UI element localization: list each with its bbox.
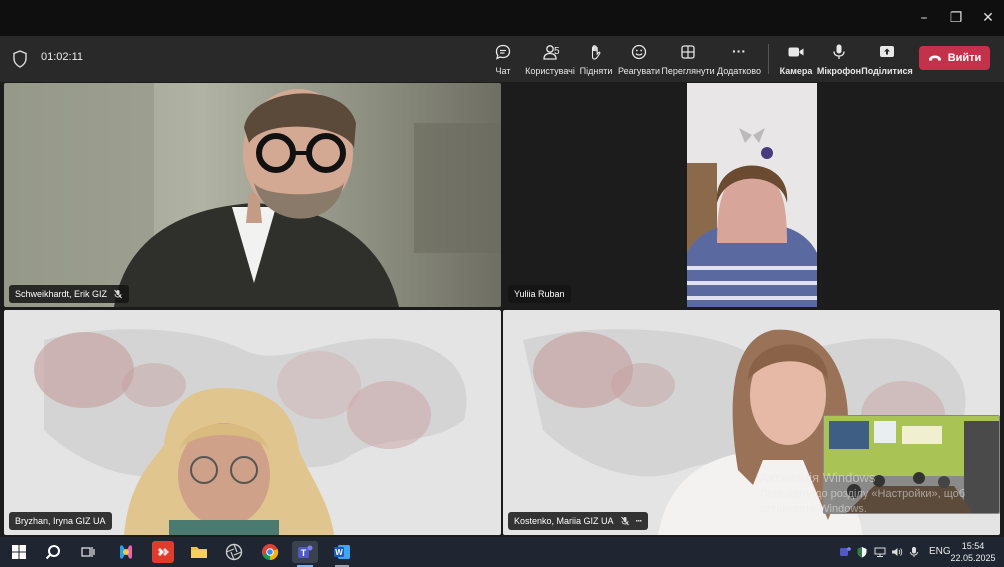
search-button[interactable] [42, 541, 64, 563]
camera-icon [788, 47, 804, 57]
mic-button[interactable]: Мікрофон [816, 40, 862, 78]
minimize-button[interactable]: – [911, 6, 937, 30]
raise-hand-button[interactable]: Підняти [580, 40, 612, 78]
search-icon [45, 545, 60, 560]
copilot-icon [120, 545, 132, 559]
camera-button[interactable]: Камера [780, 40, 812, 78]
participant-name: Bryzhan, Iryna GIZ UA [15, 516, 106, 526]
tray-network-icon[interactable] [873, 541, 887, 563]
people-label: Користувачі [525, 66, 575, 76]
chat-label: Чат [495, 66, 511, 76]
video-stage: Schweikhardt, Erik GIZ Yuliia Ruban Bryz… [0, 82, 1004, 537]
task-view-button[interactable] [77, 541, 99, 563]
activation-watermark-line: Перейдіть до розділу «Настройки», щоб [760, 488, 966, 500]
svg-text:T: T [301, 548, 307, 558]
maximize-button[interactable]: ❐ [943, 6, 969, 30]
mic-muted-icon [114, 289, 122, 299]
meeting-timer: 01:02:11 [41, 51, 84, 63]
toolbar-divider [768, 44, 769, 74]
raise-hand-label: Підняти [579, 66, 613, 76]
share-button[interactable]: Поділитися [861, 40, 913, 78]
copilot-button[interactable] [115, 541, 137, 563]
teams-icon: T [298, 545, 313, 558]
shield-icon [13, 50, 27, 68]
video-tile[interactable]: Yuliia Ruban [503, 83, 1000, 307]
participant-name-tag: Bryzhan, Iryna GIZ UA [9, 512, 112, 530]
video-tile[interactable]: Bryzhan, Iryna GIZ UA [4, 310, 501, 535]
activation-watermark-title: Активація Windows [760, 470, 876, 485]
svg-text:W: W [335, 548, 343, 557]
react-label: Реагувати [617, 66, 661, 76]
leave-button[interactable]: Вийти [919, 46, 990, 70]
teams-button[interactable]: T [292, 541, 318, 563]
participant-name: Yuliia Ruban [514, 289, 565, 299]
start-button[interactable] [8, 541, 30, 563]
video-tile[interactable]: Schweikhardt, Erik GIZ [4, 83, 501, 307]
tray-volume-icon[interactable] [890, 541, 904, 563]
shield-tray-icon [857, 547, 867, 558]
anydesk-icon [158, 548, 169, 556]
participant-name-tag: Schweikhardt, Erik GIZ [9, 285, 130, 303]
react-icon [631, 44, 647, 60]
share-label: Поділитися [861, 66, 913, 76]
leave-label: Вийти [947, 52, 982, 64]
teams-tray-icon [840, 547, 851, 556]
close-window-button[interactable]: ✕ [975, 6, 1001, 30]
mic-icon [833, 44, 845, 59]
activation-watermark-line: активувати Windows. [760, 503, 867, 515]
more-icon: ··· [732, 43, 746, 59]
file-explorer-button[interactable] [188, 541, 210, 563]
mic-muted-icon [620, 516, 629, 526]
participant-name-tag: Yuliia Ruban [508, 285, 571, 303]
browser-button[interactable] [223, 541, 245, 563]
task-view-icon [81, 547, 95, 557]
word-icon: W [334, 545, 350, 559]
word-button[interactable]: W [331, 541, 353, 563]
window-titlebar: – ❐ ✕ [0, 0, 1004, 36]
raise-hand-icon [591, 45, 601, 60]
volume-icon [892, 548, 903, 556]
more-button[interactable]: ··· Додатково [717, 40, 761, 78]
tray-teams-icon[interactable] [838, 541, 852, 563]
chat-icon [495, 44, 511, 60]
tray-mic-icon[interactable] [907, 541, 921, 563]
participant-name: Kostenko, Mariia GIZ UA [514, 516, 614, 526]
meeting-toolbar: 01:02:11 Чат 5 Користувачі Підняти Реагу… [0, 36, 1004, 82]
clock-date: 22.05.2025 [950, 553, 996, 563]
participant-name-tag: Kostenko, Mariia GIZ UA ··· [508, 512, 648, 530]
more-label: Додатково [717, 66, 761, 76]
mic-tray-icon [910, 547, 918, 557]
chrome-button[interactable] [259, 541, 281, 563]
taskbar: T W ENG 15:54 22.05.2025 [0, 537, 1004, 567]
view-button[interactable]: Переглянути [661, 40, 715, 78]
network-icon [874, 547, 886, 557]
view-label: Переглянути [661, 66, 715, 76]
tray-defender-icon[interactable] [855, 541, 869, 563]
participant-video [4, 83, 501, 307]
chrome-icon [262, 544, 279, 561]
aperture-icon [225, 543, 243, 561]
mic-label: Мікрофон [816, 66, 862, 76]
clock-time: 15:54 [961, 541, 985, 551]
share-icon [880, 46, 894, 57]
participant-video [34, 329, 467, 535]
participant-name: Schweikhardt, Erik GIZ [15, 289, 108, 299]
windows-logo-icon [12, 545, 26, 559]
participant-video [687, 83, 817, 307]
view-icon [681, 45, 695, 59]
react-button[interactable]: Реагувати [618, 40, 660, 78]
people-button[interactable]: 5 Користувачі [525, 40, 575, 78]
participant-more-icon[interactable]: ··· [636, 516, 643, 526]
chat-button[interactable]: Чат [491, 40, 515, 78]
camera-label: Камера [779, 66, 813, 76]
hang-up-icon [928, 55, 941, 61]
input-language[interactable]: ENG [929, 546, 951, 557]
taskbar-clock[interactable]: 15:54 22.05.2025 [950, 540, 996, 564]
participant-count: 5 [554, 46, 560, 57]
app-button[interactable] [152, 541, 174, 563]
folder-icon [191, 547, 207, 558]
